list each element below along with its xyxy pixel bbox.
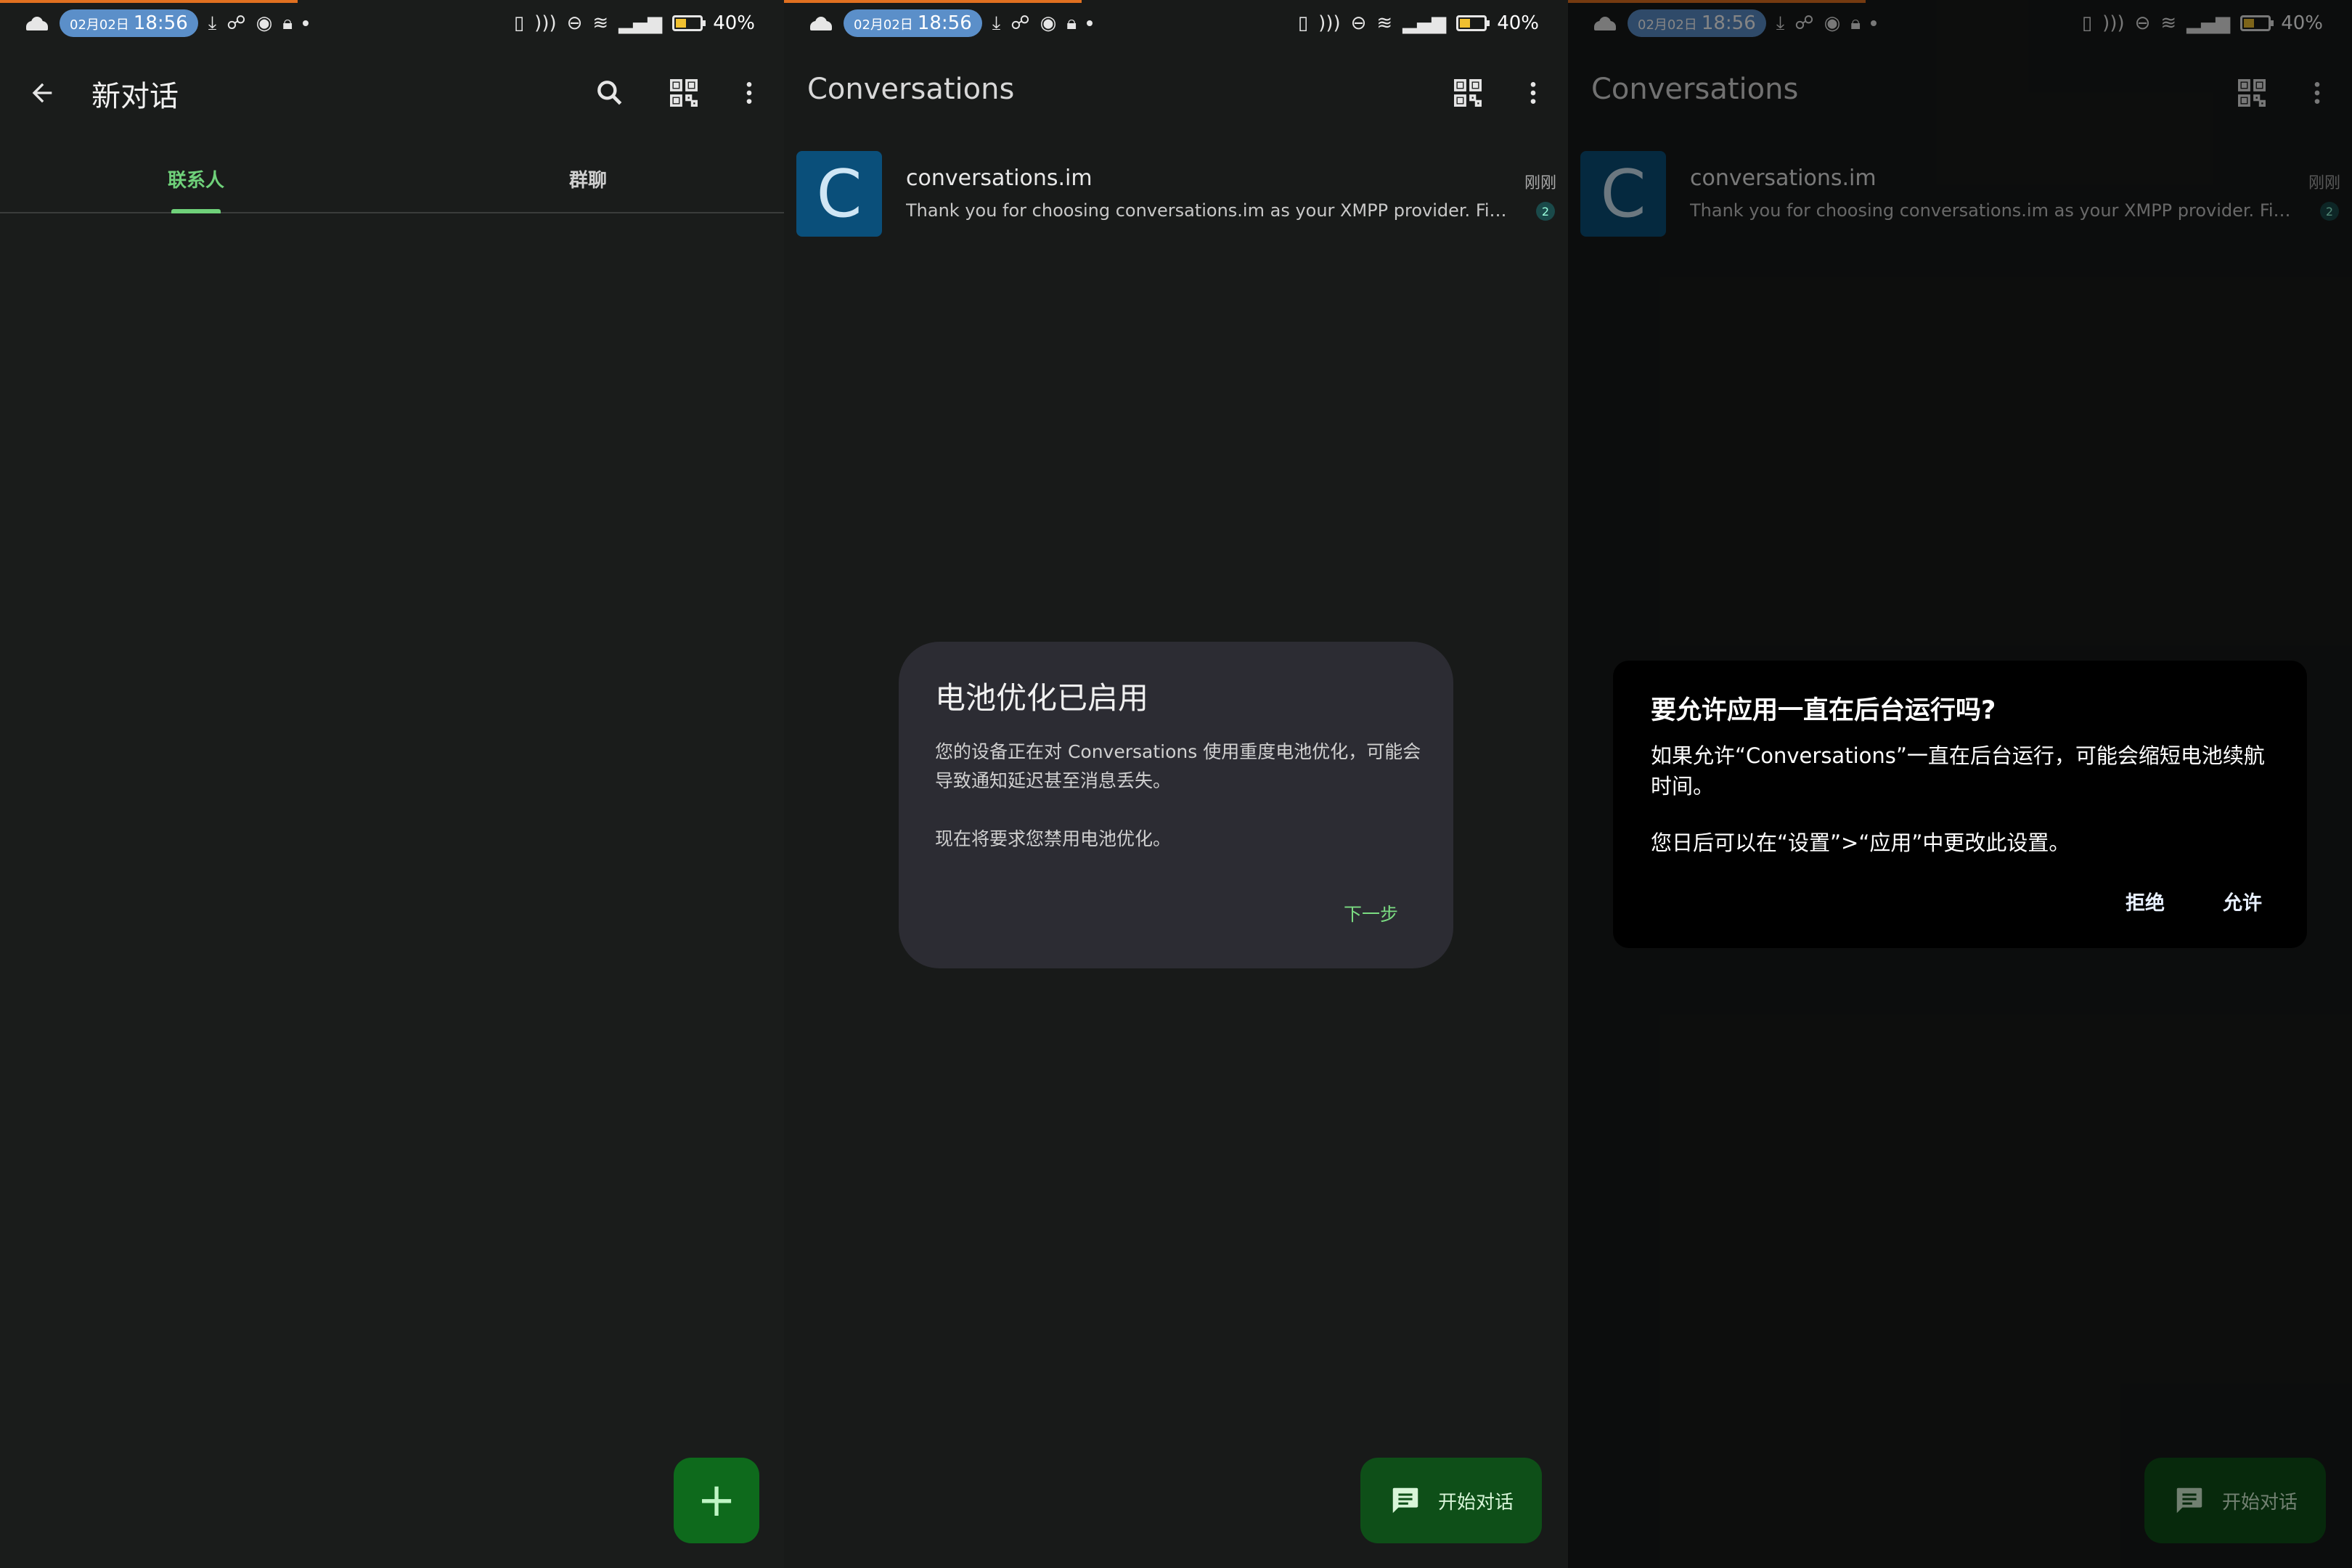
battery-icon bbox=[1456, 15, 1490, 31]
conversation-preview: Thank you for choosing conversations.im … bbox=[906, 200, 1508, 221]
hotspot-icon: ☍ bbox=[1010, 12, 1030, 34]
qr-scan-icon[interactable] bbox=[665, 74, 703, 112]
tab-group-chats[interactable]: 群聊 bbox=[392, 166, 784, 192]
dialog-title: 要允许应用一直在后台运行吗? bbox=[1651, 696, 1996, 725]
dialog-title: 电池优化已启用 bbox=[935, 680, 1149, 716]
status-date: 02月02日 bbox=[70, 17, 129, 33]
background-permission-dialog-screen: 02月02日 18:56 ⤓ ☍ ◉ 🔒︎ ▯ ))) ⊖ ≋ ▂▄▆ 40% … bbox=[1568, 0, 2352, 1568]
status-time: 18:56 bbox=[133, 12, 188, 34]
unread-badge: 2 bbox=[1536, 202, 1555, 221]
battery-percent: 40% bbox=[713, 12, 755, 34]
lock-icon: 🔒︎ bbox=[1066, 12, 1077, 34]
conversation-name: conversations.im bbox=[906, 166, 1093, 191]
status-date: 02月02日 bbox=[854, 17, 913, 33]
lock-icon: 🔒︎ bbox=[282, 12, 293, 34]
app-toolbar: Conversations bbox=[784, 58, 1568, 128]
app-toolbar: 新对话 bbox=[0, 58, 784, 128]
background-permission-dialog: 要允许应用一直在后台运行吗? 如果允许“Conversations”一直在后台运… bbox=[1613, 661, 2307, 948]
status-bar: 02月02日 18:56 ⤓ ☍ ◉ 🔒︎ ▯ ))) ⊖ ≋ ▂▄▆ 40% bbox=[784, 0, 1568, 46]
new-conversation-screen: 02月02日 18:56 ⤓ ☍ ◉ 🔒︎ ▯ ))) ⊖ ≋ ▂▄▆ 40% bbox=[0, 0, 784, 1568]
dot-icon bbox=[1087, 20, 1093, 26]
cloud-icon bbox=[25, 16, 49, 30]
conversations-battery-dialog-screen: 02月02日 18:56 ⤓ ☍ ◉ 🔒︎ ▯ ))) ⊖ ≋ ▂▄▆ 40% … bbox=[784, 0, 1568, 1568]
dnd-icon: ⊖ bbox=[1350, 12, 1367, 34]
phone-icon: ▯ bbox=[513, 12, 525, 34]
status-bar: 02月02日 18:56 ⤓ ☍ ◉ 🔒︎ ▯ ))) ⊖ ≋ ▂▄▆ 40% bbox=[0, 0, 784, 46]
allow-button[interactable]: 允许 bbox=[2223, 887, 2262, 915]
battery-icon bbox=[672, 15, 706, 31]
tab-bar: 联系人 群聊 bbox=[0, 152, 784, 213]
dialog-message-2: 您日后可以在“设置”>“应用”中更改此设置。 bbox=[1651, 830, 2070, 855]
download-icon: ⤓ bbox=[208, 12, 217, 34]
status-time: 18:56 bbox=[917, 12, 972, 34]
tab-contacts[interactable]: 联系人 bbox=[0, 166, 392, 192]
conversation-row[interactable]: C conversations.im 刚刚 Thank you for choo… bbox=[784, 150, 1568, 241]
page-title: 新对话 bbox=[91, 80, 179, 113]
phone-icon: ▯ bbox=[1297, 12, 1309, 34]
screenshot-triptych: 02月02日 18:56 ⤓ ☍ ◉ 🔒︎ ▯ ))) ⊖ ≋ ▂▄▆ 40% bbox=[0, 0, 2352, 1568]
cloud-icon bbox=[809, 16, 833, 30]
dialog-message: 如果允许“Conversations”一直在后台运行，可能会缩短电池续航时间。 bbox=[1651, 743, 2265, 799]
chat-icon bbox=[1392, 1487, 1418, 1514]
conversation-time: 刚刚 bbox=[1524, 174, 1556, 192]
record-icon: ◉ bbox=[1040, 12, 1057, 34]
more-vert-icon[interactable] bbox=[730, 74, 768, 112]
avatar: C bbox=[796, 151, 882, 237]
add-icon: + bbox=[697, 1474, 736, 1527]
wifi-icon: ≋ bbox=[1376, 12, 1393, 34]
nfc-icon: ))) bbox=[1318, 12, 1341, 34]
wifi-icon: ≋ bbox=[592, 12, 609, 34]
tab-indicator bbox=[171, 209, 221, 213]
battery-percent: 40% bbox=[1497, 12, 1539, 34]
dot-icon bbox=[303, 20, 309, 26]
download-icon: ⤓ bbox=[992, 12, 1001, 34]
dnd-icon: ⊖ bbox=[566, 12, 583, 34]
signal-icon: ▂▄▆ bbox=[1402, 12, 1447, 34]
signal-icon: ▂▄▆ bbox=[618, 12, 663, 34]
start-conversation-button[interactable]: 开始对话 bbox=[1360, 1458, 1542, 1543]
battery-fill bbox=[1460, 19, 1470, 28]
record-icon: ◉ bbox=[256, 12, 273, 34]
battery-fill bbox=[676, 19, 686, 28]
hotspot-icon: ☍ bbox=[226, 12, 246, 34]
app-title: Conversations bbox=[807, 73, 1015, 106]
nfc-icon: ))) bbox=[534, 12, 557, 34]
deny-button[interactable]: 拒绝 bbox=[2126, 887, 2165, 915]
qr-scan-icon[interactable] bbox=[1449, 74, 1487, 112]
time-pill[interactable]: 02月02日 18:56 bbox=[60, 9, 198, 37]
next-button[interactable]: 下一步 bbox=[1344, 900, 1398, 926]
search-icon[interactable] bbox=[591, 74, 629, 112]
more-vert-icon[interactable] bbox=[1514, 74, 1552, 112]
add-contact-button[interactable]: + bbox=[674, 1458, 759, 1543]
dialog-message: 您的设备正在对 Conversations 使用重度电池优化，可能会导致通知延迟… bbox=[935, 741, 1421, 791]
time-pill[interactable]: 02月02日 18:56 bbox=[844, 9, 982, 37]
battery-optimization-dialog: 电池优化已启用 您的设备正在对 Conversations 使用重度电池优化，可… bbox=[899, 642, 1453, 968]
start-conversation-label: 开始对话 bbox=[1437, 1491, 1514, 1514]
back-arrow-icon[interactable] bbox=[23, 74, 61, 112]
dialog-message-2: 现在将要求您禁用电池优化。 bbox=[935, 828, 1172, 849]
